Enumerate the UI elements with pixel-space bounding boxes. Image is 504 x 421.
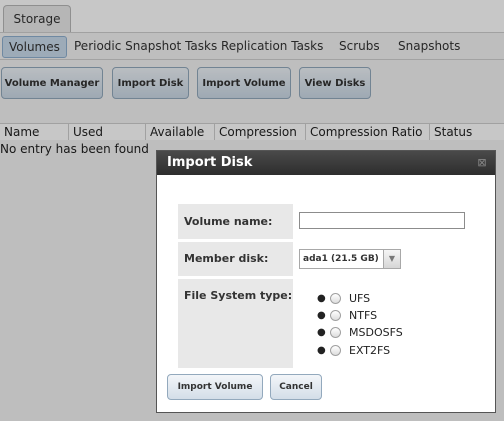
- fs-option-label: MSDOSFS: [349, 326, 403, 339]
- radio-icon[interactable]: [330, 327, 341, 338]
- dialog-title-bar[interactable]: Import Disk: [157, 151, 495, 175]
- member-disk-select[interactable]: ada1 (21.5 GB) ▼: [299, 249, 401, 269]
- import-disk-dialog: Import Disk ⊠ Volume name: Member disk: …: [156, 150, 496, 413]
- member-disk-label: Member disk:: [178, 242, 293, 276]
- radio-icon[interactable]: [330, 310, 341, 321]
- cancel-button[interactable]: Cancel: [270, 374, 322, 400]
- fs-option-label: NTFS: [349, 309, 378, 322]
- import-volume-submit-button[interactable]: Import Volume: [167, 374, 263, 400]
- radio-icon[interactable]: [330, 293, 341, 304]
- radio-icon[interactable]: [330, 345, 341, 356]
- dialog-title: Import Disk: [167, 155, 253, 170]
- fs-option-label: UFS: [349, 292, 371, 305]
- bullet-icon: ●: [317, 327, 326, 338]
- volume-name-input[interactable]: [299, 212, 465, 229]
- chevron-down-icon[interactable]: ▼: [383, 250, 400, 268]
- bullet-icon: ●: [317, 310, 326, 321]
- bullet-icon: ●: [317, 345, 326, 356]
- volume-name-label: Volume name:: [178, 204, 293, 239]
- bullet-icon: ●: [317, 293, 326, 304]
- close-icon[interactable]: ⊠: [475, 156, 489, 170]
- fs-type-label: File System type:: [178, 279, 293, 368]
- member-disk-value: ada1 (21.5 GB): [303, 254, 379, 264]
- fs-option-label: EXT2FS: [349, 344, 391, 357]
